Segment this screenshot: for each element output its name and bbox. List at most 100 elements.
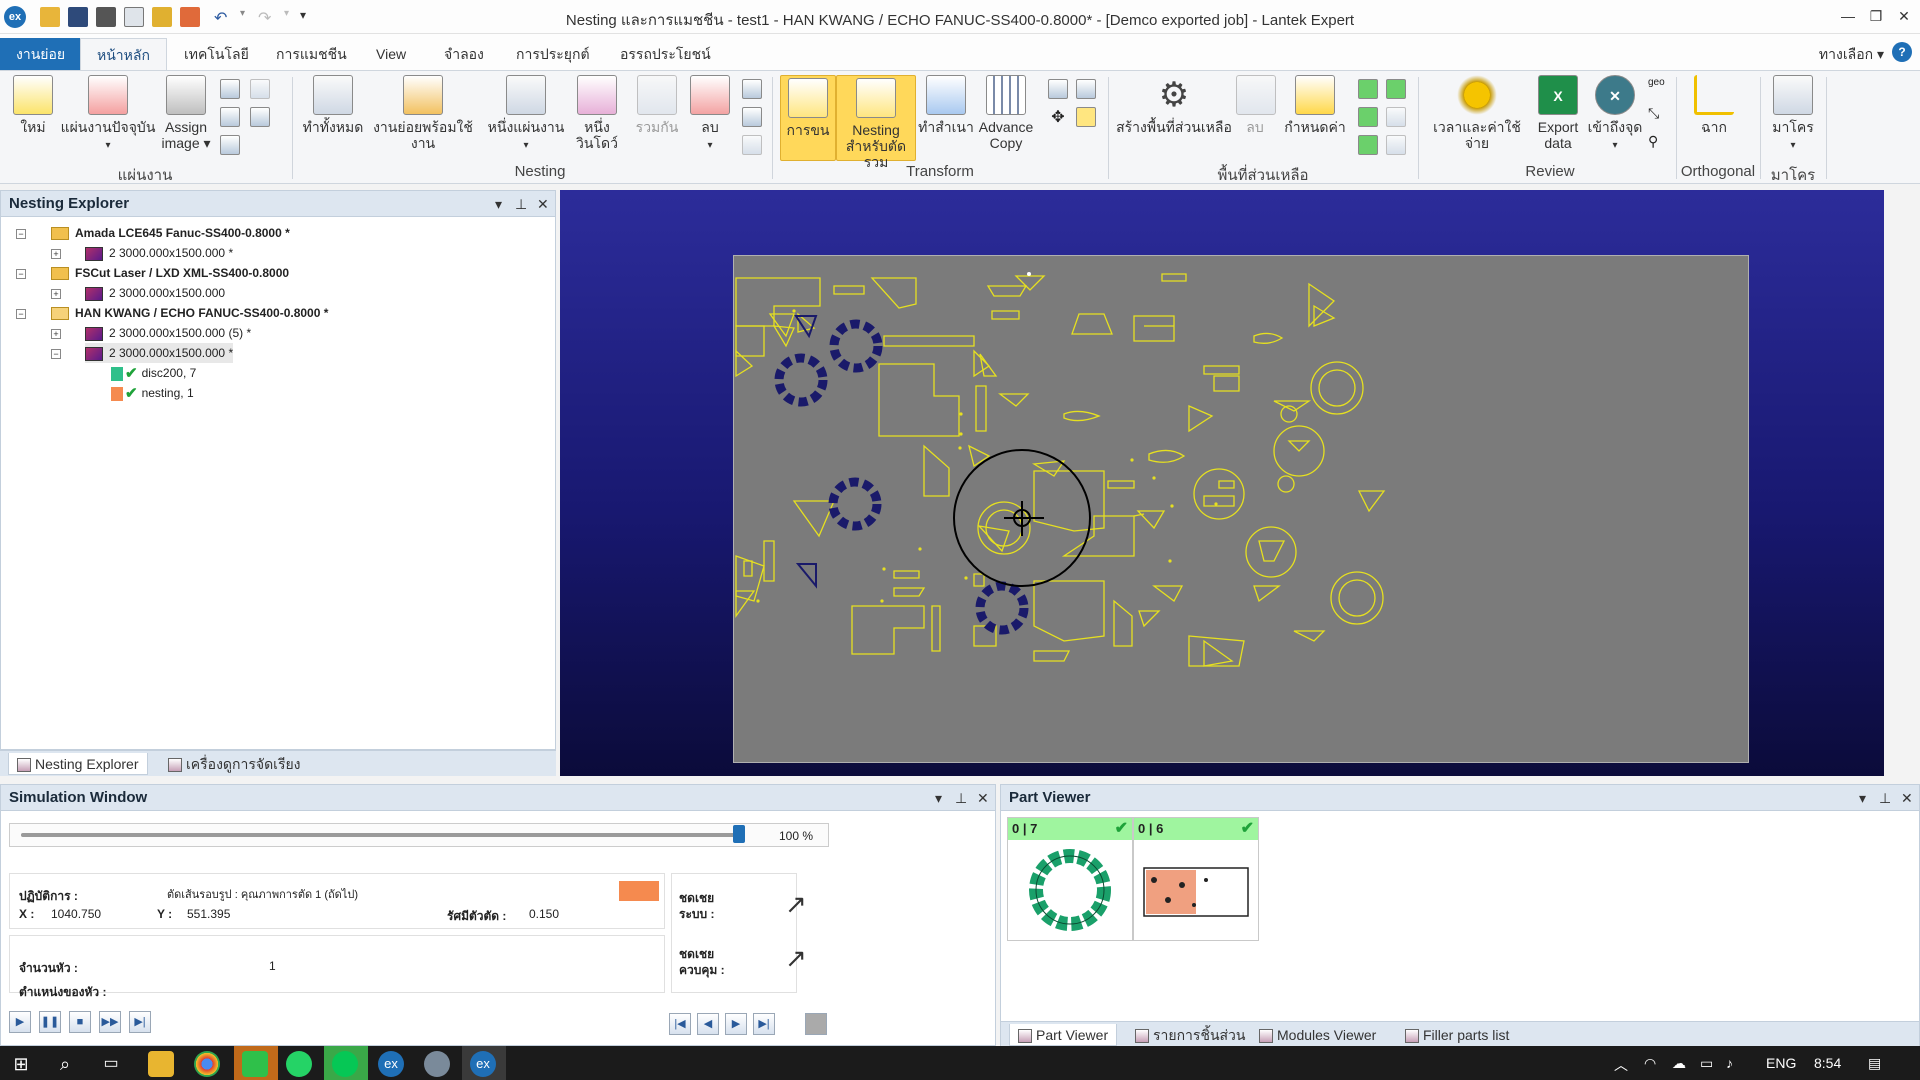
tab-part-list[interactable]: รายการชิ้นส่วน [1127,1024,1254,1046]
rearrange-icon[interactable] [742,79,762,99]
network-icon[interactable]: ◠ [1644,1055,1656,1072]
help-icon[interactable]: ? [1892,42,1912,62]
volume-icon[interactable]: ♪ [1726,1055,1733,1071]
one-sheet-button[interactable]: หนึ่งแผ่นงาน ▾ [486,75,566,154]
swap-icon[interactable] [742,107,762,127]
remnant-tool-icon[interactable] [1386,135,1406,155]
refresh-icon[interactable] [742,135,762,155]
cloud-icon[interactable]: ☁ [1672,1055,1686,1072]
remnant-tool-icon[interactable] [1386,107,1406,127]
remnant-delete-button[interactable]: ลบ [1236,75,1276,135]
sheet-area[interactable] [733,255,1749,763]
tray-up-icon[interactable]: ︿ [1614,1055,1628,1075]
rotate-icon[interactable] [1076,79,1096,99]
search-icon[interactable]: ⌕ [52,1051,78,1077]
sheet-settings-icon[interactable] [220,135,240,155]
battery-icon[interactable]: ▭ [1700,1055,1713,1072]
fast-forward-button[interactable]: ▶▶ [99,1011,121,1033]
tab-home[interactable]: หน้าหลัก [80,38,167,70]
collapse-icon[interactable]: − [16,309,26,319]
play-button[interactable]: ▶ [9,1011,31,1033]
panel-dropdown-icon[interactable]: ▾ [935,785,942,811]
advance-copy-button[interactable]: Advance Copy [974,75,1038,151]
last-button[interactable]: ▶| [753,1013,775,1035]
lantek-icon[interactable]: ex [378,1051,404,1077]
previous-button[interactable]: ◀ [697,1013,719,1035]
pause-button[interactable]: ❚❚ [39,1011,61,1033]
start-icon[interactable]: ⊞ [8,1051,34,1077]
tree-part-disc200[interactable]: ✔ disc200, 7 [111,363,196,383]
notifications-icon[interactable]: ▤ [1868,1055,1881,1072]
app-icon-generic[interactable] [424,1051,450,1077]
reach-point-button[interactable]: ✕ เข้าถึงจุด ▾ [1586,75,1644,154]
line-icon[interactable] [332,1051,358,1077]
ready-parts-button[interactable]: งานย่อยพร้อมใช้งาน [366,75,480,151]
pin-icon[interactable]: ⊥ [955,785,967,811]
language-indicator[interactable]: ENG [1766,1055,1796,1071]
time-cost-button[interactable]: เวลาและค่าใช้จ่าย [1422,75,1532,151]
panel-close-icon[interactable]: ✕ [1901,785,1913,811]
tab-view[interactable]: View [360,38,422,70]
tab-modules-viewer[interactable]: Modules Viewer [1251,1024,1384,1046]
geo-icon[interactable]: geo [1648,77,1668,95]
minimize-button[interactable]: — [1834,4,1862,28]
macro-button[interactable]: มาโคร ▾ [1764,75,1822,154]
tab-layout-viewer[interactable]: เครื่องดูการจัดเรียง [160,753,309,775]
move-cross-icon[interactable]: ✥ [1048,107,1068,127]
tab-nesting-explorer[interactable]: Nesting Explorer [8,753,148,775]
close-button[interactable]: ✕ [1890,4,1918,28]
clock[interactable]: 8:54 [1814,1055,1841,1071]
tab-applications[interactable]: การประยุกต์ [500,38,606,70]
wechat-icon[interactable] [242,1051,268,1077]
expand-icon[interactable]: + [51,329,61,339]
nodes-icon[interactable]: ⚲ [1648,133,1668,153]
create-remnant-button[interactable]: ⚙ สร้างพื้นที่ส่วนเหลือ [1112,75,1236,135]
expand-icon[interactable]: + [51,289,61,299]
stack-icon[interactable] [220,107,240,127]
tree-machine-1[interactable]: Amada LCE645 Fanuc-SS400-0.8000 * [51,223,290,243]
copy-button[interactable]: ทำสำเนา [918,75,974,135]
progress-slider-thumb[interactable] [733,825,745,843]
remnant-tool-icon[interactable] [1358,135,1378,155]
nesting-common-cut-button[interactable]: Nesting สำหรับตัดรวม [836,75,916,170]
tree-machine-3[interactable]: HAN KWANG / ECHO FANUC-SS400-0.8000 * [51,303,328,323]
do-all-button[interactable]: ทำทั้งหมด [298,75,368,135]
arrow-left-icon[interactable] [220,79,240,99]
tab-machining[interactable]: การแมชชีน [260,38,363,70]
part-card-nesting[interactable]: 0 | 6 ✔ [1133,817,1259,941]
tree-sheet-1[interactable]: 2 3000.000x1500.000 * [85,243,233,263]
tab-part-viewer[interactable]: Part Viewer [1009,1024,1118,1046]
pin-icon[interactable]: ⊥ [1879,785,1891,811]
one-window-button[interactable]: หนึ่งวินโดว์ [564,75,630,151]
new-button[interactable]: ใหม่ [8,75,58,135]
panel-dropdown-icon[interactable]: ▾ [1859,785,1866,811]
move-button[interactable]: การขน [780,75,836,161]
remnant-tool-icon[interactable] [1386,79,1406,99]
remnant-tool-icon[interactable] [1358,79,1378,99]
panel-close-icon[interactable]: ✕ [977,785,989,811]
task-view-icon[interactable]: ▭ [98,1051,124,1077]
define-button[interactable]: กำหนดค่า [1280,75,1350,135]
mirror-icon[interactable] [1048,79,1068,99]
grid-icon[interactable] [250,107,270,127]
arrow-right-icon[interactable] [250,79,270,99]
panel-close-icon[interactable]: ✕ [537,191,549,217]
remnant-tool-icon[interactable] [1358,107,1378,127]
chrome-icon[interactable] [194,1051,220,1077]
stop-button[interactable]: ■ [69,1011,91,1033]
tab-filler-parts[interactable]: Filler parts list [1397,1024,1517,1046]
tree-part-nesting[interactable]: ✔ nesting, 1 [111,383,194,403]
orthogonal-button[interactable]: ฉาก [1680,75,1748,135]
measure-icon[interactable]: ⤡ [1648,105,1668,125]
whatsapp-icon[interactable] [286,1051,312,1077]
next-button[interactable]: ▶ [725,1013,747,1035]
tab-technology[interactable]: เทคโนโลยี [168,38,265,70]
tree-sheet-2[interactable]: 2 3000.000x1500.000 [85,283,225,303]
options-menu[interactable]: ทางเลือก ▾ [1819,44,1884,66]
tree-sheet-3[interactable]: 2 3000.000x1500.000 (5) * [85,323,251,343]
merge-button[interactable]: รวมกัน [632,75,682,135]
restore-button[interactable]: ❐ [1862,4,1890,28]
lantek-active-icon[interactable]: ex [470,1051,496,1077]
part-card-disc[interactable]: 0 | 7 ✔ [1007,817,1133,941]
skip-end-button[interactable]: ▶| [129,1011,151,1033]
